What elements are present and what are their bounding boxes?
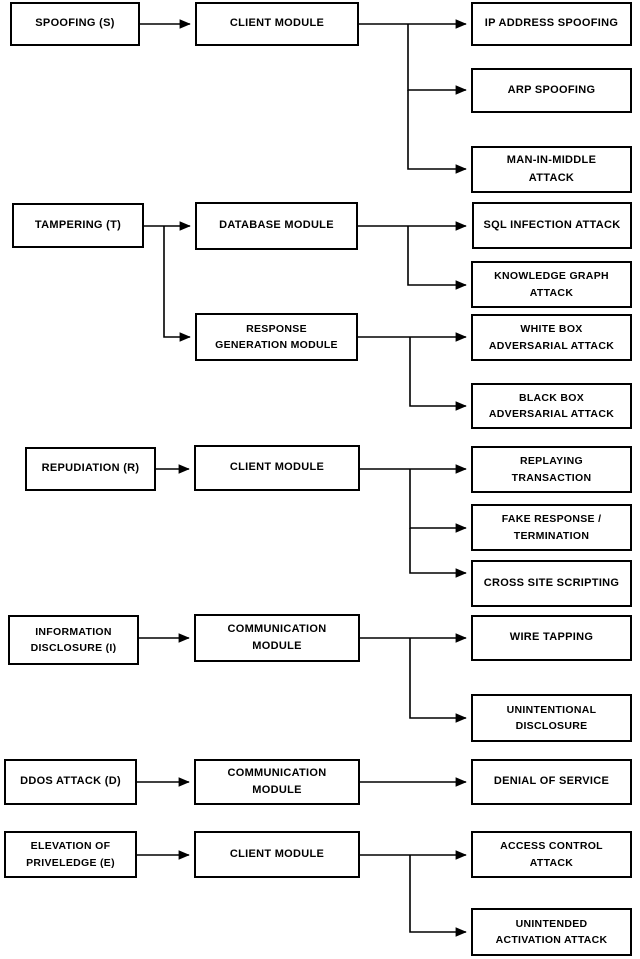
connector-arrow (409, 638, 467, 723)
node-label: DDOS ATTACK (D) (20, 775, 121, 788)
attack-node-blackbox[interactable]: BLACK BOX ADVERSARIAL ATTACK (471, 383, 632, 429)
attack-node-dos[interactable]: DENIAL OF SERVICE (471, 759, 632, 805)
node-label: COMMUNICATION MODULE (227, 766, 327, 796)
node-label: UNINTENTIONAL DISCLOSURE (506, 703, 597, 732)
attack-node-fakeresp[interactable]: FAKE RESPONSE / TERMINATION (471, 504, 632, 551)
connector-arrow (409, 337, 467, 411)
node-label: UNINTENDED ACTIVATION ATTACK (495, 917, 608, 946)
attack-node-xss[interactable]: CROSS SITE SCRIPTING (471, 560, 632, 607)
node-label: CLIENT MODULE (229, 17, 325, 30)
connector-arrow (409, 528, 467, 578)
connector-arrow (409, 855, 467, 937)
node-label: COMMUNICATION MODULE (227, 622, 327, 652)
connector-arrow (407, 90, 467, 174)
threat-node-ddos[interactable]: DDOS ATTACK (D) (4, 759, 137, 805)
node-label: REPLAYING TRANSACTION (511, 455, 592, 484)
attack-node-arpspoof[interactable]: ARP SPOOFING (471, 68, 632, 113)
node-label: WHITE BOX ADVERSARIAL ATTACK (488, 323, 615, 352)
node-label: RESPONSE GENERATION MODULE (215, 322, 338, 351)
node-label: SQL INFECTION ATTACK (483, 218, 621, 231)
node-label: ARP SPOOFING (507, 83, 596, 96)
attack-node-ipspoof[interactable]: IP ADDRESS SPOOFING (471, 2, 632, 46)
threat-node-elevation[interactable]: ELEVATION OF PRIVELEDGE (E) (4, 831, 137, 878)
connector-arrow (407, 24, 467, 95)
node-label: CROSS SITE SCRIPTING (483, 576, 620, 589)
node-label: DENIAL OF SERVICE (493, 775, 610, 788)
module-node-client3[interactable]: CLIENT MODULE (194, 831, 360, 878)
attack-node-sqlinject[interactable]: SQL INFECTION ATTACK (472, 202, 632, 249)
node-label: INFORMATION DISCLOSURE (I) (30, 625, 117, 654)
node-label: CLIENT MODULE (229, 847, 325, 860)
node-label: ACCESS CONTROL ATTACK (500, 840, 603, 869)
node-label: SPOOFING (S) (35, 17, 115, 30)
node-label: TAMPERING (T) (34, 218, 122, 231)
node-label: REPUDIATION (R) (41, 462, 140, 475)
node-label: FAKE RESPONSE / TERMINATION (501, 513, 602, 542)
attack-node-unintdisc[interactable]: UNINTENTIONAL DISCLOSURE (471, 694, 632, 742)
connector-arrow (407, 226, 467, 290)
module-node-comm2[interactable]: COMMUNICATION MODULE (194, 759, 360, 805)
connector-arrow (163, 226, 191, 342)
node-label: IP ADDRESS SPOOFING (484, 17, 619, 30)
attack-node-unintact[interactable]: UNINTENDED ACTIVATION ATTACK (471, 908, 632, 956)
node-label: MAN-IN-MIDDLE ATTACK (506, 154, 597, 184)
threat-node-repudiation[interactable]: REPUDIATION (R) (25, 447, 156, 491)
module-node-response[interactable]: RESPONSE GENERATION MODULE (195, 313, 358, 361)
node-label: DATABASE MODULE (219, 219, 334, 232)
attack-node-replay[interactable]: REPLAYING TRANSACTION (471, 446, 632, 493)
module-node-client2[interactable]: CLIENT MODULE (194, 445, 360, 491)
attack-node-whitebox[interactable]: WHITE BOX ADVERSARIAL ATTACK (471, 314, 632, 361)
module-node-database[interactable]: DATABASE MODULE (195, 202, 358, 250)
attack-node-accessctl[interactable]: ACCESS CONTROL ATTACK (471, 831, 632, 878)
module-node-comm1[interactable]: COMMUNICATION MODULE (194, 614, 360, 662)
node-label: BLACK BOX ADVERSARIAL ATTACK (488, 391, 615, 420)
attack-node-mitm[interactable]: MAN-IN-MIDDLE ATTACK (471, 146, 632, 193)
attack-node-wiretap[interactable]: WIRE TAPPING (471, 615, 632, 661)
connector-arrow (409, 469, 467, 533)
node-label: CLIENT MODULE (229, 461, 325, 474)
threat-node-spoofing[interactable]: SPOOFING (S) (10, 2, 140, 46)
node-label: ELEVATION OF PRIVELEDGE (E) (26, 840, 115, 869)
node-label: WIRE TAPPING (509, 631, 594, 644)
attack-node-kgattack[interactable]: KNOWLEDGE GRAPH ATTACK (471, 261, 632, 308)
module-node-client1[interactable]: CLIENT MODULE (195, 2, 359, 46)
threat-node-tampering[interactable]: TAMPERING (T) (12, 203, 144, 248)
threat-node-infodisc[interactable]: INFORMATION DISCLOSURE (I) (8, 615, 139, 665)
node-label: KNOWLEDGE GRAPH ATTACK (494, 270, 609, 299)
threat-model-diagram: SPOOFING (S) TAMPERING (T) REPUDIATION (R)… (0, 0, 640, 959)
